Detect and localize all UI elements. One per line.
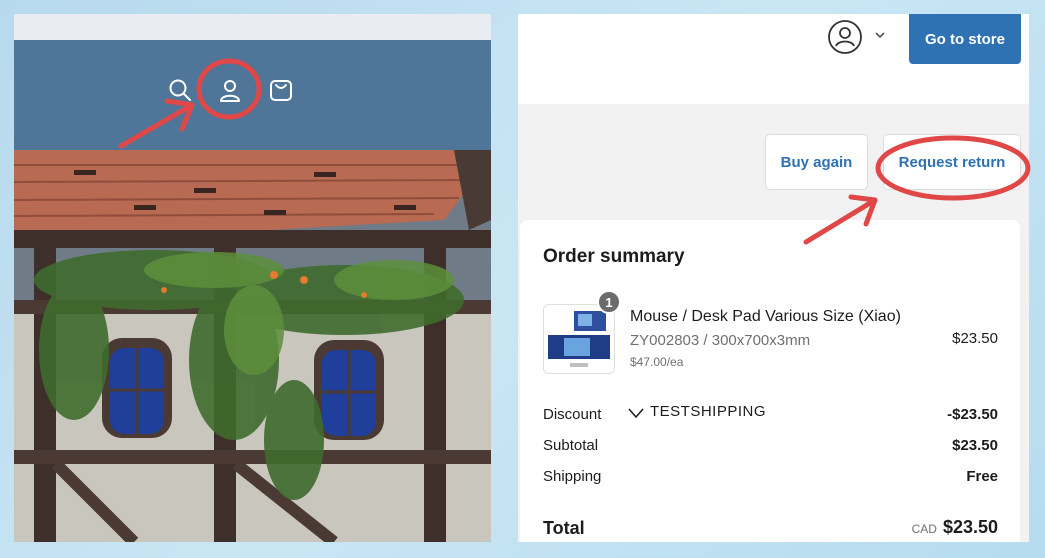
shipping-value: Free	[966, 468, 998, 485]
search-icon[interactable]	[166, 76, 194, 104]
quantity-badge: 1	[597, 290, 621, 314]
hero-scene-image	[14, 150, 491, 542]
chevron-down-icon[interactable]	[873, 28, 887, 42]
discount-label: Discount	[543, 406, 602, 423]
shipping-label: Shipping	[543, 468, 602, 485]
subtotal-value: $23.50	[952, 437, 998, 454]
item-unit-price: $47.00/ea	[630, 355, 684, 369]
total-value: $23.50	[942, 517, 998, 537]
browser-strip	[14, 14, 491, 40]
discount-code: TESTSHIPPING	[650, 406, 767, 420]
order-summary-card: Order summary 1 Mouse / Desk Pad Various…	[520, 220, 1020, 542]
storefront-screenshot	[14, 14, 491, 542]
account-icon[interactable]	[216, 76, 244, 104]
go-to-store-button[interactable]: Go to store	[909, 14, 1021, 64]
item-variant: ZY002803 / 300x700x3mm	[630, 332, 811, 349]
tag-chevron-icon	[628, 408, 644, 419]
product-thumbnail	[543, 304, 615, 374]
store-header	[14, 40, 491, 150]
total-label: Total	[543, 518, 585, 538]
user-circle-icon[interactable]	[827, 19, 863, 55]
order-page-screenshot: Go to store Buy again Request return Ord…	[518, 14, 1029, 542]
order-summary-title: Order summary	[543, 246, 685, 267]
total-currency: CAD	[911, 522, 937, 536]
request-return-button[interactable]: Request return	[883, 134, 1021, 190]
subtotal-label: Subtotal	[543, 437, 599, 454]
buy-again-button[interactable]: Buy again	[765, 134, 868, 190]
item-name: Mouse / Desk Pad Various Size (Xiao)	[630, 308, 901, 325]
shopping-bag-icon[interactable]	[267, 76, 295, 104]
discount-code-row: TESTSHIPPING	[628, 406, 766, 420]
discount-value: -$23.50	[947, 406, 998, 423]
product-image	[544, 305, 614, 373]
total-amount: CAD $23.50	[912, 517, 998, 538]
item-price: $23.50	[952, 330, 998, 347]
